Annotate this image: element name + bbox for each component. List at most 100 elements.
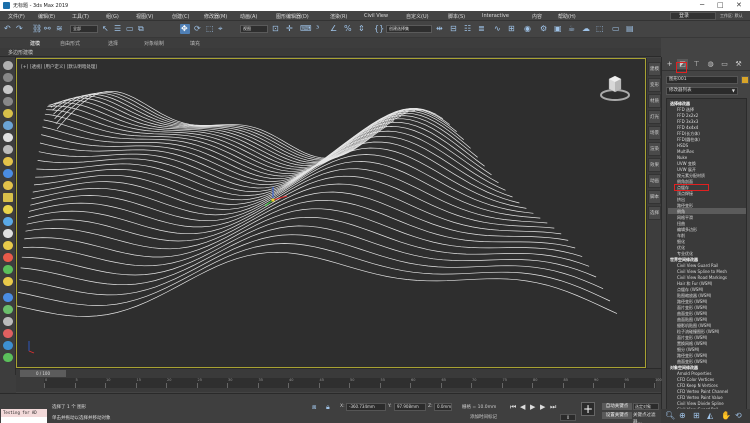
lock-selection-icon[interactable]: 🔒︎ [326,402,330,412]
ribbon-tab-selection[interactable]: 选择 [108,40,118,47]
side-tab-deform[interactable]: 变形 [648,78,661,92]
menu-interactive[interactable]: Interactive [482,13,509,19]
perspective-viewport[interactable]: [+] [透视] [用户定义] [默认明暗处理] [16,58,646,368]
set-key-plus-button[interactable]: + [581,402,595,416]
modifier-item[interactable]: 专业优化 [677,251,693,256]
maxscript-listener[interactable]: Testing for AD [1,409,47,417]
ribbon-tab-populate[interactable]: 填充 [190,40,200,47]
left-tool-geometry-icon[interactable] [3,181,13,190]
link-icon[interactable]: ⛓ [32,24,42,34]
modifier-item[interactable]: HSDS [677,143,688,148]
modifier-item[interactable]: CFD Color Vertices [677,377,714,382]
modifier-item[interactable]: 细分 (WSM) [677,347,699,352]
snaps-toggle-icon[interactable]: ³ [316,24,319,34]
left-tool-pink-icon[interactable] [3,329,13,338]
render-cloud-icon[interactable]: ☁ [582,24,590,34]
menu-help[interactable]: 帮助(H) [558,13,576,20]
modifier-item[interactable]: 车削 [677,233,685,238]
previous-frame-icon[interactable]: ◀ [520,403,525,411]
selected-set-dropdown[interactable]: 选定对象 [633,403,659,410]
maximize-button[interactable]: □ [717,1,724,10]
left-tool-folder-icon[interactable] [3,193,13,202]
select-place-icon[interactable]: ⌖ [218,24,223,34]
modifier-item[interactable]: 倒角 [677,209,685,214]
modifier-item[interactable]: 面片变形 (WSM) [677,335,707,340]
isolate-icon[interactable]: ⧈ [312,402,316,412]
select-move-button[interactable]: ✥ [180,24,190,34]
material-editor-icon[interactable]: ◉ [524,24,531,34]
left-tool-gray-icon[interactable] [3,317,13,326]
left-tool-sun-icon[interactable] [3,205,13,214]
percent-snap-icon[interactable]: % [344,24,352,34]
modifier-item[interactable]: Hair 和 Fur (WSM) [677,281,712,286]
menu-animation[interactable]: 动画(A) [240,13,257,20]
maxscript-input[interactable] [1,417,47,423]
side-tab-render[interactable]: 渲染 [648,142,661,156]
spinner-snap-icon[interactable]: ⇕ [358,24,365,34]
modifier-item[interactable]: 编辑多边形 [677,227,697,232]
menu-group[interactable]: 组(G) [106,13,119,20]
select-object-icon[interactable]: ↖ [102,24,109,34]
modifier-item[interactable]: FFD 2x2x2 [677,113,698,118]
menu-graph-editors[interactable]: 图形编辑器(D) [276,13,309,20]
menu-civil-view[interactable]: Civil View [364,13,388,19]
bind-space-warp-icon[interactable]: ≋ [56,24,63,34]
left-tool-plant-icon[interactable] [3,305,13,314]
menu-create[interactable]: 创建(C) [172,13,189,20]
left-tool-select-icon[interactable] [3,61,13,70]
modifier-item[interactable]: Nuke [677,155,687,160]
create-tab-icon[interactable]: + [664,59,675,69]
y-coordinate-field[interactable]: 97.908mm [394,403,426,411]
modifier-item[interactable]: Civil View Divide Spline [677,401,724,406]
modifier-item[interactable]: UVW 变换 [677,161,696,166]
ribbon-tab-modeling[interactable]: 建模 [30,40,40,47]
modifier-item[interactable]: Civil View Road Markings [677,275,727,280]
modifier-item[interactable]: FFD 4x4x4 [677,125,698,130]
menu-modifiers[interactable]: 修改器(M) [204,13,227,20]
key-filters-button[interactable]: 关键点过滤器... [633,412,659,423]
minimize-button[interactable]: ─ [700,1,704,10]
left-tool-sphere-icon[interactable] [3,217,13,226]
modifier-item[interactable]: 按元素分配材质 [677,173,705,178]
field-of-view-icon[interactable]: ◭ [707,411,713,421]
zoom-icon[interactable]: 🔍︎ [665,411,675,421]
modifier-item[interactable]: 路径变形 [677,203,693,208]
set-key-button[interactable]: 设置关键点 [602,412,632,419]
side-tab-scene[interactable]: 场景 [648,126,661,140]
left-tool-green-icon[interactable] [3,353,13,362]
modifier-item[interactable]: 摄影机贴图 (WSM) [677,323,711,328]
modifier-list-dropdown[interactable]: 修改器列表 ▼ [666,87,738,95]
reference-coordinate-dropdown[interactable]: 视图 [240,25,268,33]
menu-edit[interactable]: 编辑(E) [38,13,55,20]
menu-views[interactable]: 视图(V) [136,13,153,20]
left-tool-helper-icon[interactable] [3,133,13,142]
menu-file[interactable]: 文件(F) [8,13,25,20]
display-tab-icon[interactable]: ▭ [719,59,730,69]
left-tool-layer-icon[interactable] [3,97,13,106]
side-tab-select[interactable]: 选择 [648,206,661,220]
modifier-item[interactable]: 点缓存 (WSM) [677,287,703,292]
left-tool-object-icon[interactable] [3,73,13,82]
side-tab-light[interactable]: 灯光 [648,110,661,124]
modifier-item[interactable]: CFD Vertex Paint Channel [677,389,728,394]
unlink-icon[interactable]: ⚯ [44,24,51,34]
menu-tools[interactable]: 工具(T) [72,13,89,20]
time-slider[interactable]: 0 / 100 [20,370,66,377]
ribbon-tab-object-paint[interactable]: 对象绘制 [144,40,164,47]
modifier-item[interactable]: FFD 3x3x3 [677,119,698,124]
undo-icon[interactable]: ↶ [4,24,11,34]
select-manipulate-icon[interactable]: ✛ [286,24,293,34]
modifier-item[interactable]: CFD Vertex Paint Value [677,395,723,400]
modifier-item[interactable]: UVW 展开 [677,167,696,172]
add-time-tag[interactable]: 添加时间标记 [470,414,497,420]
side-tab-effects[interactable]: 效果 [648,158,661,172]
layer-explorer-icon[interactable]: ≣ [478,24,485,34]
left-tool-bulb-icon[interactable] [3,241,13,250]
left-tool-light-icon[interactable] [3,109,13,118]
modifier-item[interactable]: 置换网格 (WSM) [677,341,707,346]
modifier-item[interactable]: Civil View Spline to Mesh [677,269,727,274]
redo-icon[interactable]: ↷ [16,24,23,34]
modifier-item[interactable]: 路径变形 (WSM) [677,299,707,304]
curve-editor-icon[interactable]: ∿ [494,24,501,34]
go-to-end-icon[interactable]: ⏭ [550,403,556,411]
